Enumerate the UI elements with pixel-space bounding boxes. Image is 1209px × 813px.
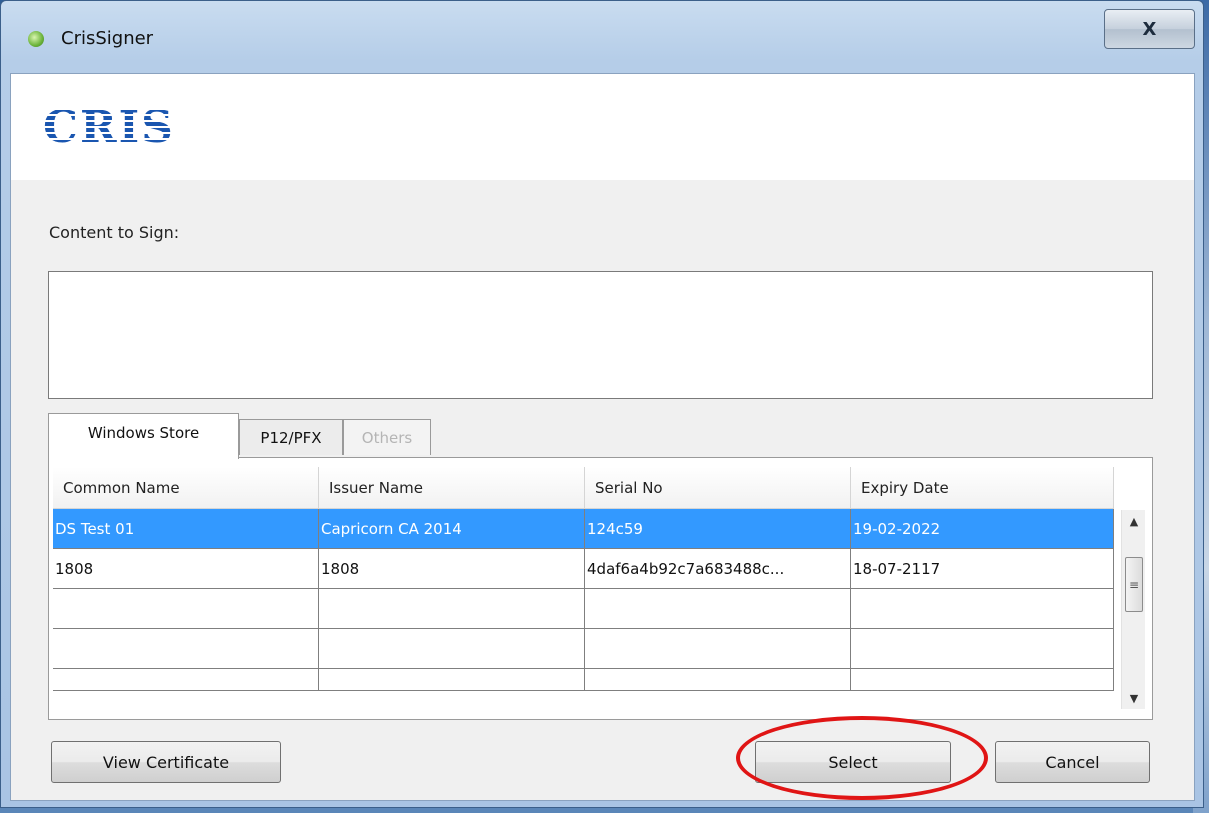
column-header-common-name[interactable]: Common Name [53, 467, 319, 509]
cell-empty [53, 629, 319, 669]
table-row[interactable]: 1808 1808 4daf6a4b92c7a683488c... 18-07-… [53, 549, 1114, 589]
cell-issuer-name: Capricorn CA 2014 [319, 509, 585, 549]
crissigner-window: CrisSigner X CRIS Content to Sign: Windo… [0, 0, 1204, 808]
tab-windows-store[interactable]: Windows Store [48, 413, 239, 459]
cell-empty [851, 589, 1114, 629]
cell-serial-no: 4daf6a4b92c7a683488c... [585, 549, 851, 589]
cell-expiry-date: 19-02-2022 [851, 509, 1114, 549]
content-to-sign-field[interactable] [48, 271, 1153, 399]
tab-others: Others [343, 419, 431, 455]
cell-expiry-date: 18-07-2117 [851, 549, 1114, 589]
cell-empty [53, 669, 319, 691]
column-header-issuer-name[interactable]: Issuer Name [319, 467, 585, 509]
view-certificate-button[interactable]: View Certificate [51, 741, 281, 783]
cell-empty [585, 589, 851, 629]
window-title: CrisSigner [61, 28, 154, 49]
select-button[interactable]: Select [755, 741, 951, 783]
cell-serial-no: 124c59 [585, 509, 851, 549]
table-header: Common Name Issuer Name Serial No Expiry… [53, 467, 1114, 509]
table-row-empty[interactable] [53, 669, 1114, 691]
cell-empty [585, 669, 851, 691]
scroll-down-arrow-icon[interactable]: ▼ [1122, 687, 1146, 709]
cris-logo: CRIS [43, 102, 175, 153]
cell-empty [851, 669, 1114, 691]
tab-p12-pfx[interactable]: P12/PFX [239, 419, 343, 455]
scroll-up-arrow-icon[interactable]: ▲ [1122, 510, 1146, 532]
cell-issuer-name: 1808 [319, 549, 585, 589]
table-row[interactable]: DS Test 01 Capricorn CA 2014 124c59 19-0… [53, 509, 1114, 549]
cell-empty [319, 629, 585, 669]
cell-empty [53, 589, 319, 629]
cell-common-name: DS Test 01 [53, 509, 319, 549]
title-bar[interactable]: CrisSigner X [1, 1, 1203, 73]
logo-banner: CRIS [11, 74, 1194, 180]
windows-store-panel: Common Name Issuer Name Serial No Expiry… [48, 457, 1153, 720]
app-icon [28, 31, 44, 47]
scroll-thumb[interactable]: ≡ [1125, 557, 1143, 612]
dialog-client-area: CRIS Content to Sign: Windows Store P12/… [10, 73, 1195, 801]
cell-empty [585, 629, 851, 669]
table-vertical-scrollbar[interactable]: ▲ ≡ ▼ [1121, 510, 1145, 709]
column-header-serial-no[interactable]: Serial No [585, 467, 851, 509]
close-button[interactable]: X [1104, 9, 1195, 49]
certificate-table: Common Name Issuer Name Serial No Expiry… [53, 467, 1114, 691]
table-row-empty[interactable] [53, 589, 1114, 629]
cell-empty [319, 589, 585, 629]
column-header-expiry-date[interactable]: Expiry Date [851, 467, 1114, 509]
cell-empty [851, 629, 1114, 669]
cell-empty [319, 669, 585, 691]
cancel-button[interactable]: Cancel [995, 741, 1150, 783]
content-to-sign-label: Content to Sign: [49, 223, 180, 242]
cell-common-name: 1808 [53, 549, 319, 589]
table-row-empty[interactable] [53, 629, 1114, 669]
